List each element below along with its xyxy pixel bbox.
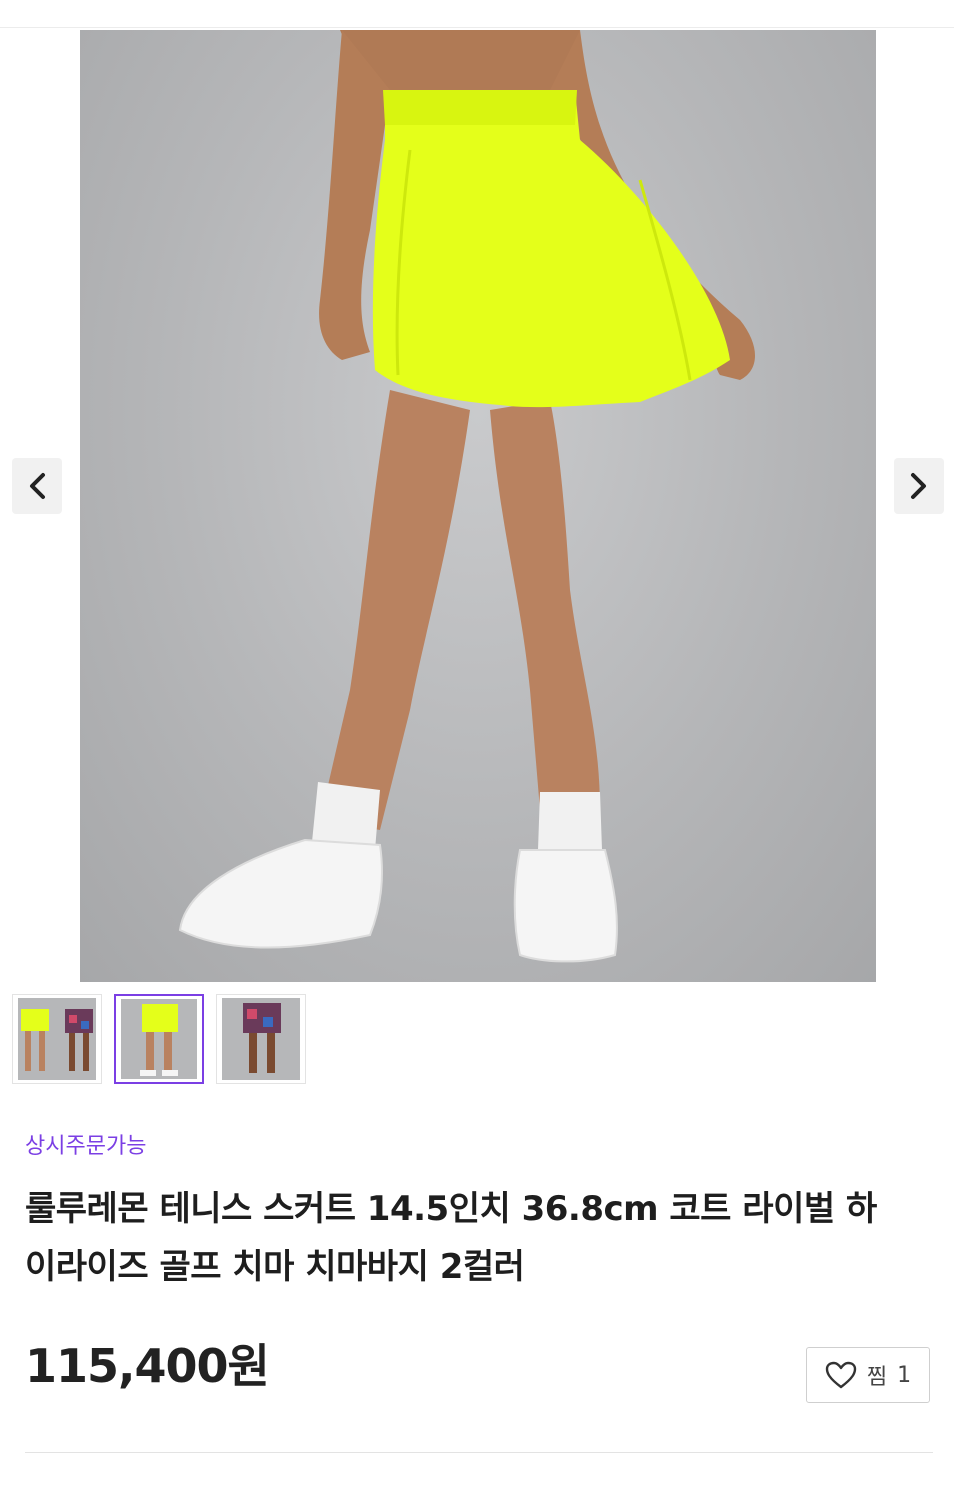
gallery-next-button[interactable] bbox=[894, 458, 944, 514]
main-product-image bbox=[80, 30, 876, 982]
product-title-line-2: 이라이즈 골프 치마 치마바지 2컬러 bbox=[25, 1247, 525, 1287]
wishlist-label: 찜 bbox=[866, 1365, 888, 1390]
chevron-right-icon bbox=[911, 473, 926, 499]
thumbnail-3[interactable] bbox=[216, 994, 306, 1084]
heart-icon bbox=[825, 1361, 857, 1389]
bottom-divider bbox=[25, 1452, 933, 1453]
wishlist-count: 1 bbox=[897, 1362, 912, 1388]
product-title: 룰루레몬 테니스 스커트 14.5인치 36.8cm 코트 라이벌 하 이라이즈… bbox=[25, 1180, 930, 1296]
gallery-prev-button[interactable] bbox=[12, 458, 62, 514]
wishlist-button[interactable]: 찜 1 bbox=[806, 1347, 930, 1403]
product-price: 115,400원 bbox=[25, 1339, 270, 1393]
top-divider bbox=[0, 27, 954, 28]
thumbnail-2[interactable] bbox=[114, 994, 204, 1084]
thumbnail-1[interactable] bbox=[12, 994, 102, 1084]
thumbnail-2-image bbox=[140, 1004, 178, 1076]
thumbnail-strip bbox=[12, 994, 306, 1084]
chevron-left-icon bbox=[30, 473, 45, 499]
thumbnail-3-image bbox=[243, 1003, 281, 1073]
product-title-line-1: 룰루레몬 테니스 스커트 14.5인치 36.8cm 코트 라이벌 하 bbox=[25, 1189, 877, 1229]
thumbnail-1-image bbox=[21, 1009, 93, 1071]
product-photo-illustration bbox=[178, 30, 755, 963]
order-status-label: 상시주문가능 bbox=[25, 1134, 147, 1159]
